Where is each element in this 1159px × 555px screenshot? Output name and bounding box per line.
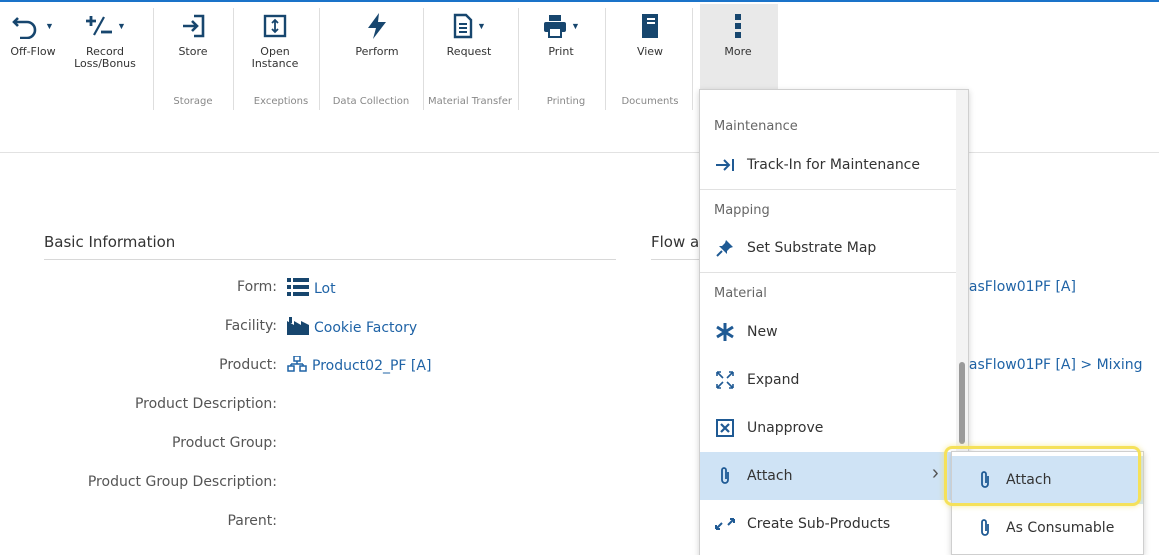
group-label-exceptions: Exceptions — [253, 96, 309, 107]
menu-item-unapprove[interactable]: Unapprove — [700, 404, 956, 452]
print-label: Print — [548, 45, 574, 58]
menu-item-label: Create Sub-Products — [747, 516, 891, 532]
record-loss-bonus-button[interactable]: ▼ Record Loss/Bonus — [70, 6, 140, 90]
toolbar-bottom-divider — [0, 152, 1159, 153]
menu-item-label: Track-In for Maintenance — [747, 157, 920, 173]
menu-header-material: Material — [714, 286, 767, 301]
print-button[interactable]: ▼ Print — [528, 6, 594, 90]
product-group-description-label: Product Group Description: — [87, 474, 277, 490]
perform-label: Perform — [355, 45, 399, 58]
facility-value-text: Cookie Factory — [314, 320, 418, 336]
form-value-text: Lot — [314, 281, 336, 297]
facility-value[interactable]: Cookie Factory — [287, 317, 417, 339]
facility-label: Facility: — [224, 318, 277, 334]
paperclip-icon — [976, 518, 994, 538]
more-label: More — [724, 45, 752, 58]
vertical-dots-icon — [733, 6, 743, 46]
factory-icon — [287, 317, 309, 339]
menu-item-label: Unapprove — [747, 420, 824, 436]
menu-item-new[interactable]: New — [700, 308, 956, 356]
store-arrow-icon — [180, 6, 206, 46]
paperclip-icon — [714, 466, 736, 486]
ribbon-toolbar: ▼ Off-Flow ▼ Record Loss/Bonus Store Sto… — [0, 0, 1159, 112]
asterisk-icon — [714, 322, 736, 342]
menu-item-label: Expand — [747, 372, 800, 388]
product-group-label: Product Group: — [172, 435, 277, 451]
more-dropdown-menu: Maintenance Track-In for Maintenance Map… — [699, 89, 969, 555]
undo-arrow-icon: ▼ — [12, 6, 54, 46]
ribbon-separator — [605, 8, 606, 110]
printer-icon: ▼ — [542, 6, 580, 46]
menu-item-expand[interactable]: Expand — [700, 356, 956, 404]
ribbon-separator — [153, 8, 154, 110]
open-instance-button[interactable]: Open Instance — [243, 6, 307, 90]
more-button[interactable]: More — [707, 6, 769, 90]
list-icon — [287, 278, 309, 300]
menu-header-maintenance: Maintenance — [714, 119, 798, 134]
request-label: Request — [446, 45, 492, 58]
chevron-right-icon: › — [932, 462, 939, 484]
plus-minus-icon: ▼ — [84, 6, 126, 46]
menu-divider — [700, 272, 956, 273]
ribbon-separator — [233, 8, 234, 110]
request-button[interactable]: ▼ Request — [436, 6, 502, 90]
book-icon — [639, 6, 661, 46]
ribbon-separator — [518, 8, 519, 110]
menu-header-mapping: Mapping — [714, 203, 770, 218]
off-flow-label: Off-Flow — [10, 45, 56, 58]
ribbon-separator — [692, 8, 693, 110]
menu-item-track-in-maintenance[interactable]: Track-In for Maintenance — [700, 141, 956, 189]
view-label: View — [636, 45, 664, 58]
lightning-icon — [365, 6, 389, 46]
menu-scrollbar-thumb[interactable] — [959, 362, 965, 444]
group-label-data-collection: Data Collection — [332, 96, 410, 107]
product-label: Product: — [219, 357, 277, 373]
highlight-box — [944, 446, 1141, 506]
open-instance-icon — [263, 6, 287, 46]
menu-divider — [700, 189, 956, 190]
menu-item-set-substrate-map[interactable]: Set Substrate Map — [700, 224, 956, 272]
expand-arrows-icon — [714, 370, 736, 390]
flow-value[interactable]: nasFlow01PF [A] — [960, 279, 1076, 295]
section-divider — [44, 259, 616, 260]
product-value[interactable]: Product02_PF [A] — [287, 355, 432, 376]
product-description-label: Product Description: — [134, 396, 277, 412]
flow-section-title: Flow a — [651, 233, 700, 251]
boxed-x-icon — [714, 419, 736, 437]
store-label: Store — [178, 45, 208, 58]
menu-item-label: Set Substrate Map — [747, 240, 877, 256]
product-structure-icon — [287, 355, 307, 376]
product-value-text: Product02_PF [A] — [312, 358, 432, 374]
document-icon: ▼ — [452, 6, 486, 46]
form-label: Form: — [237, 279, 277, 295]
menu-item-label: New — [747, 324, 778, 340]
group-label-documents: Documents — [621, 96, 679, 107]
menu-item-label: Attach — [747, 468, 793, 484]
pin-icon — [714, 239, 736, 257]
submenu-item-as-consumable[interactable]: As Consumable — [952, 504, 1143, 552]
section-divider — [651, 259, 701, 260]
track-in-arrow-icon — [714, 158, 736, 172]
record-label-line2: Loss/Bonus — [74, 57, 136, 70]
off-flow-button[interactable]: ▼ Off-Flow — [4, 6, 62, 90]
flow-step-value[interactable]: nasFlow01PF [A] > Mixing — [960, 357, 1143, 373]
perform-button[interactable]: Perform — [344, 6, 410, 90]
menu-item-attach[interactable]: Attach — [700, 452, 956, 500]
store-button[interactable]: Store — [168, 6, 218, 90]
group-label-material-transfer: Material Transfer — [427, 96, 512, 107]
group-label-printing: Printing — [546, 96, 586, 107]
parent-label: Parent: — [227, 513, 277, 529]
open-label-line2: Instance — [251, 57, 299, 70]
form-value[interactable]: Lot — [287, 278, 336, 300]
ribbon-separator — [423, 8, 424, 110]
basic-information-title: Basic Information — [44, 233, 176, 251]
ribbon-separator — [319, 8, 320, 110]
split-arrows-icon — [714, 517, 736, 531]
submenu-item-label: As Consumable — [1006, 520, 1115, 536]
group-label-storage: Storage — [173, 96, 213, 107]
view-button[interactable]: View — [622, 6, 678, 90]
menu-item-create-sub-products[interactable]: Create Sub-Products — [700, 500, 956, 548]
